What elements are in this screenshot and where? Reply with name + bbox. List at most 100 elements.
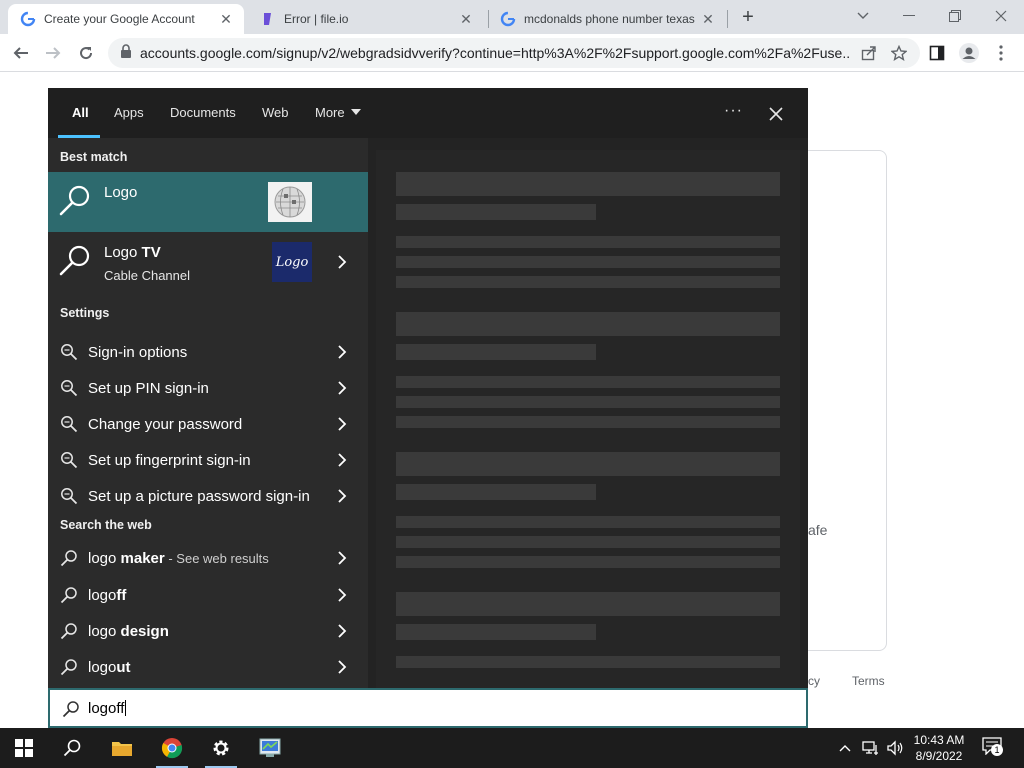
skeleton-block xyxy=(396,516,780,528)
text-caret xyxy=(125,699,127,716)
volume-icon[interactable] xyxy=(886,728,904,768)
taskbar-search-button[interactable] xyxy=(48,728,96,768)
back-arrow-icon[interactable] xyxy=(8,40,34,66)
close-tab-icon[interactable]: ✕ xyxy=(700,11,716,27)
tab-mcdonalds-search[interactable]: mcdonalds phone number texas ✕ xyxy=(488,4,726,34)
restore-icon[interactable] xyxy=(932,2,978,30)
ellipsis-icon[interactable]: ··· xyxy=(724,102,743,120)
chevron-right-icon[interactable] xyxy=(336,344,348,360)
reload-icon[interactable] xyxy=(73,40,99,66)
chevron-right-icon[interactable] xyxy=(336,659,348,675)
settings-taskbar-button[interactable] xyxy=(197,728,245,768)
clock-date: 8/9/2022 xyxy=(915,749,963,763)
tab-separator xyxy=(727,10,728,28)
tab-documents[interactable]: Documents xyxy=(170,105,236,120)
control-panel-taskbar-button[interactable] xyxy=(246,728,294,768)
profile-avatar-icon[interactable] xyxy=(956,40,982,66)
skeleton-block xyxy=(396,276,780,288)
tab-create-google-account[interactable]: Create your Google Account ✕ xyxy=(8,4,244,34)
network-icon[interactable] xyxy=(862,728,880,768)
settings-item-sign-in-options[interactable]: Sign-in options xyxy=(48,334,368,370)
skeleton-block xyxy=(396,556,780,568)
chrome-taskbar-button[interactable] xyxy=(148,728,196,768)
result-subtitle: Cable Channel xyxy=(104,268,191,283)
settings-search-icon xyxy=(61,488,78,505)
side-panel-icon[interactable] xyxy=(924,40,950,66)
tab-search-chevron-icon[interactable] xyxy=(840,2,886,30)
settings-search-icon xyxy=(61,344,78,361)
best-match-logo[interactable]: Logo xyxy=(48,172,368,232)
windows-search-panel: All Apps Documents Web More ··· Best mat… xyxy=(48,88,808,728)
settings-heading: Settings xyxy=(60,306,110,320)
lock-icon[interactable] xyxy=(120,43,132,63)
web-suggestion-logout[interactable]: logout xyxy=(48,649,368,685)
chevron-right-icon[interactable] xyxy=(336,416,348,432)
notification-count-badge: 1 xyxy=(991,743,1003,756)
file-explorer-button[interactable] xyxy=(98,728,146,768)
tab-more[interactable]: More xyxy=(315,105,361,120)
chevron-right-icon[interactable] xyxy=(336,488,348,504)
system-clock[interactable]: 10:43 AM 8/9/2022 xyxy=(908,732,970,764)
skeleton-block xyxy=(396,484,596,500)
clock-time: 10:43 AM xyxy=(913,733,965,747)
show-hidden-icons-chevron-icon[interactable] xyxy=(838,728,852,768)
search-web-heading: Search the web xyxy=(60,518,152,532)
skeleton-block xyxy=(396,344,596,360)
chevron-right-icon[interactable] xyxy=(336,380,348,396)
close-tab-icon[interactable]: ✕ xyxy=(218,11,234,27)
result-logo-tv[interactable]: Logo TV Cable Channel Logo xyxy=(48,232,368,292)
forward-arrow-icon[interactable] xyxy=(40,40,66,66)
address-bar[interactable]: accounts.google.com/signup/v2/webgradsid… xyxy=(108,38,920,68)
skeleton-block xyxy=(396,204,596,220)
settings-item-pin-sign-in[interactable]: Set up PIN sign-in xyxy=(48,370,368,406)
fileio-icon xyxy=(260,11,276,27)
close-window-icon[interactable] xyxy=(978,2,1024,30)
close-tab-icon[interactable]: ✕ xyxy=(458,11,474,27)
tab-error-fileio[interactable]: Error | file.io ✕ xyxy=(248,4,484,34)
notification-icon: 1 xyxy=(982,736,1003,760)
chevron-right-icon[interactable] xyxy=(336,587,348,603)
logo-tv-thumb-text: Logo xyxy=(275,254,309,270)
tab-web[interactable]: Web xyxy=(262,105,289,120)
best-match-heading: Best match xyxy=(60,150,128,164)
preview-pane xyxy=(368,138,808,688)
tab-apps[interactable]: Apps xyxy=(114,105,144,120)
web-suggestion-logo-design[interactable]: logo design xyxy=(48,613,368,649)
share-icon[interactable] xyxy=(858,42,880,64)
footer-terms-link[interactable]: Terms xyxy=(852,674,885,688)
google-g-icon xyxy=(20,11,36,27)
logo-tv-thumbnail: Logo xyxy=(272,242,312,282)
skeleton-block xyxy=(396,624,596,640)
tab-title: Error | file.io xyxy=(284,12,349,26)
chevron-right-icon[interactable] xyxy=(336,623,348,639)
chevron-right-icon[interactable] xyxy=(336,550,348,566)
search-icon xyxy=(60,550,77,567)
start-button[interactable] xyxy=(0,728,48,768)
browser-menu-icon[interactable] xyxy=(988,40,1014,66)
tab-title: Create your Google Account xyxy=(44,12,195,26)
settings-item-fingerprint-sign-in[interactable]: Set up fingerprint sign-in xyxy=(48,442,368,478)
chevron-right-icon[interactable] xyxy=(336,254,348,270)
skeleton-block xyxy=(396,536,780,548)
search-icon xyxy=(63,739,81,757)
bookmark-star-icon[interactable] xyxy=(888,42,910,64)
browser-tab-strip: Create your Google Account ✕ Error | fil… xyxy=(0,0,1024,34)
suggestion-bold: ff xyxy=(116,587,127,604)
windows-taskbar: 10:43 AM 8/9/2022 1 xyxy=(0,728,1024,768)
search-input[interactable]: logoff xyxy=(48,688,808,728)
card-text-fragment: afe xyxy=(808,522,828,538)
settings-item-label: Sign-in options xyxy=(88,344,188,361)
search-query-text: logoff xyxy=(88,699,127,717)
minimize-icon[interactable] xyxy=(886,2,932,30)
chevron-right-icon[interactable] xyxy=(336,452,348,468)
tab-all[interactable]: All xyxy=(72,105,89,120)
notification-center-button[interactable]: 1 xyxy=(982,728,1003,768)
web-suggestion-logoff[interactable]: logoff xyxy=(48,577,368,613)
settings-item-picture-password[interactable]: Set up a picture password sign-in xyxy=(48,478,368,514)
settings-item-change-password[interactable]: Change your password xyxy=(48,406,368,442)
web-suggestion-logo-maker[interactable]: logo maker - See web results xyxy=(48,540,368,576)
web-suggestion-label: logo maker - See web results xyxy=(88,550,269,567)
close-icon[interactable] xyxy=(764,102,788,126)
new-tab-button[interactable]: + xyxy=(736,6,760,30)
footer-privacy-link[interactable]: cy xyxy=(808,674,820,688)
